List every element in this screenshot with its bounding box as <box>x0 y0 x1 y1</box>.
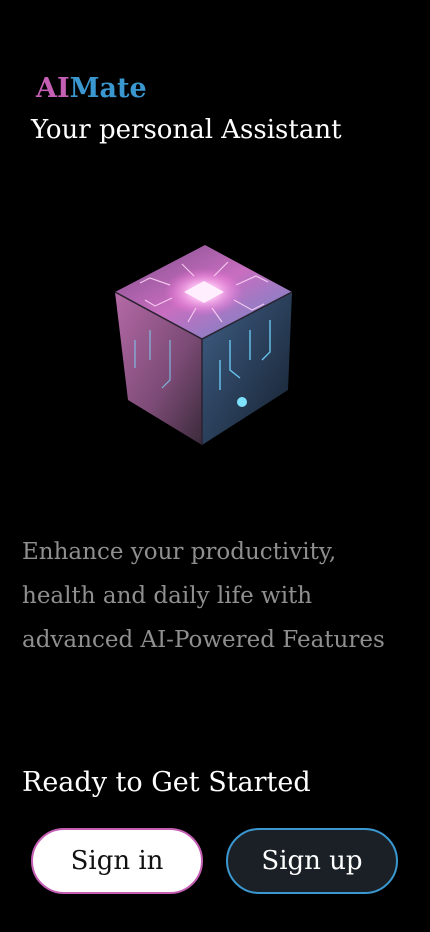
description-line-3: advanced AI-Powered Features <box>22 627 385 653</box>
sign-up-button[interactable]: Sign up <box>226 828 398 894</box>
logo-ai-text: AI <box>36 73 70 104</box>
app-tagline: Your personal Assistant <box>31 115 342 145</box>
cta-heading: Ready to Get Started <box>22 767 311 798</box>
description-line-2: health and daily life with <box>22 583 313 609</box>
feature-description: Enhance your productivity, health and da… <box>22 530 422 662</box>
description-line-1: Enhance your productivity, <box>22 539 337 565</box>
ai-cube-illustration <box>110 240 300 450</box>
logo-mate-text: Mate <box>69 73 147 104</box>
app-logo: AIMate <box>36 72 147 106</box>
sign-in-button[interactable]: Sign in <box>31 828 203 894</box>
